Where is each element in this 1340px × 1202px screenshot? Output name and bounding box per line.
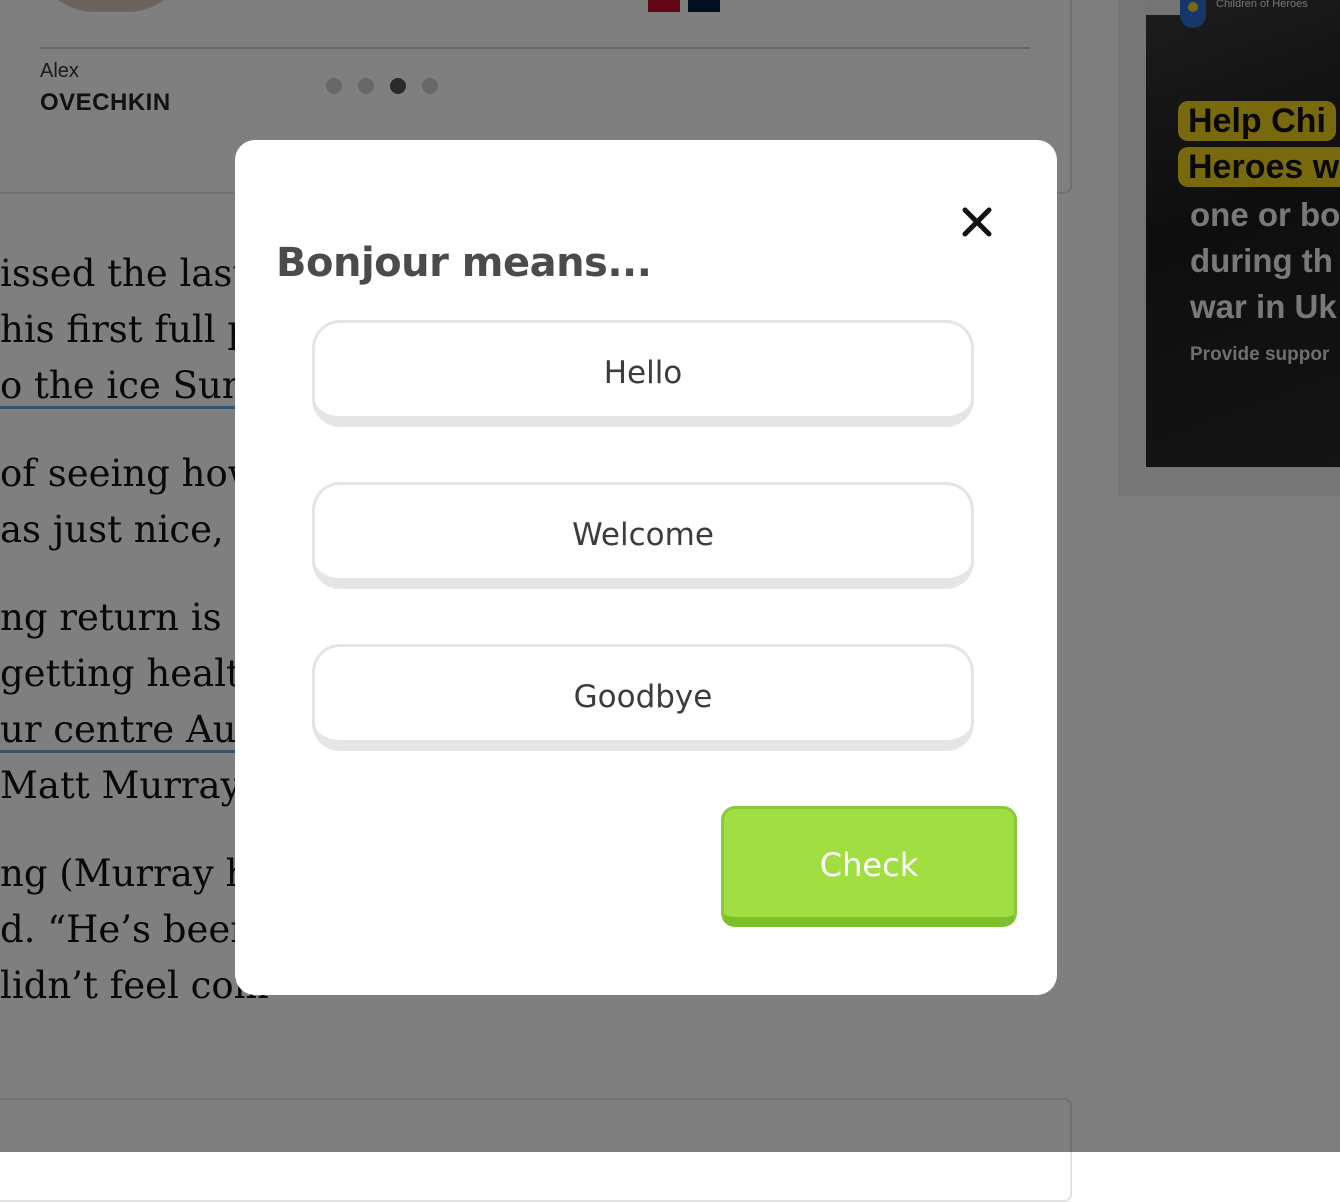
- answer-option-label: Hello: [603, 354, 683, 391]
- close-button[interactable]: [957, 202, 997, 242]
- answer-option-welcome[interactable]: Welcome: [312, 482, 974, 589]
- close-icon: [962, 207, 992, 237]
- answer-option-goodbye[interactable]: Goodbye: [312, 644, 974, 751]
- answer-option-label: Welcome: [572, 516, 714, 553]
- answer-option-hello[interactable]: Hello: [312, 320, 974, 427]
- check-button[interactable]: Check: [721, 806, 1017, 927]
- answer-option-label: Goodbye: [573, 678, 713, 715]
- question-title: Bonjour means...: [276, 240, 652, 286]
- quiz-modal: Bonjour means... Hello Welcome Goodbye C…: [235, 140, 1057, 995]
- check-button-label: Check: [819, 846, 919, 884]
